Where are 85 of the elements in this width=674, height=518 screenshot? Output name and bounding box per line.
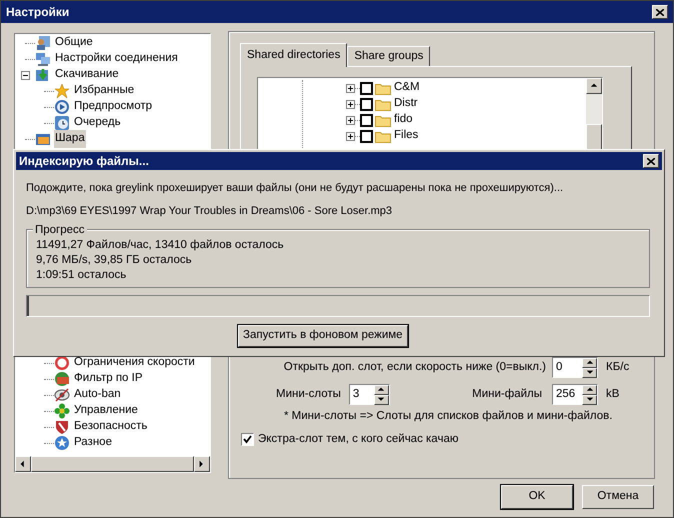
expand-icon[interactable] — [346, 100, 355, 108]
flower-icon — [54, 403, 70, 419]
collapse-icon[interactable] — [21, 70, 30, 80]
tree-item[interactable]: Безопасность — [73, 418, 148, 436]
message-text: Подождите, пока greylink прохеширует ваши файлы (они не будут расшарены пока не прохешируются)... — [26, 181, 564, 196]
directory-name[interactable]: Files — [394, 127, 418, 145]
checkbox[interactable] — [360, 98, 373, 110]
ok-button[interactable]: OK — [501, 485, 573, 509]
folder-icon — [375, 114, 391, 126]
file-path: D:\mp3\69 EYES\1997 Wrap Your Troubles in Dreams\06 - Sore Loser.mp3 — [26, 204, 394, 218]
tree-item[interactable]: Предпросмотр — [73, 98, 153, 116]
tree-item[interactable]: Настройки соединения — [54, 50, 179, 68]
window-title: Настройки — [6, 4, 70, 21]
checkbox[interactable] — [360, 130, 373, 142]
directory-name[interactable]: C&M — [394, 79, 420, 97]
expand-icon[interactable] — [346, 84, 355, 92]
field-label: Мини-файлы — [472, 386, 542, 402]
eye-icon — [54, 387, 70, 403]
unit-label: КБ/с — [606, 360, 630, 375]
tree-item[interactable]: Общие — [54, 34, 94, 52]
folder-icon — [375, 130, 391, 142]
tree-item[interactable]: Управление — [73, 402, 139, 420]
background-button[interactable]: Запустить в фоновом режиме — [238, 325, 408, 347]
check-icon — [243, 435, 252, 444]
horizontal-scrollbar[interactable] — [15, 456, 210, 472]
download-icon — [35, 67, 51, 83]
folder-icon — [35, 131, 51, 147]
folder-icon — [375, 98, 391, 110]
checkbox[interactable] — [241, 433, 254, 446]
field-value: 3 — [352, 387, 360, 402]
expand-icon[interactable] — [346, 132, 355, 140]
field-value: 0 — [555, 360, 564, 375]
tab[interactable]: Shared directories — [240, 43, 348, 67]
tree-item[interactable]: Фильтр по IP — [73, 370, 144, 388]
close-button[interactable] — [652, 5, 668, 19]
checkbox[interactable] — [360, 114, 373, 126]
tab[interactable]: Share groups — [347, 46, 430, 66]
wall-icon — [54, 371, 70, 387]
computers-icon — [35, 51, 51, 67]
left-arrow-icon — [19, 460, 27, 468]
spin-down-button[interactable] — [374, 395, 389, 405]
unit-label: kB — [606, 386, 620, 402]
folder-icon — [375, 82, 391, 94]
directory-name[interactable]: Distr — [394, 95, 418, 113]
up-arrow-icon — [377, 386, 386, 394]
tree-item[interactable]: Очередь — [73, 114, 122, 132]
spin-up-button[interactable] — [374, 385, 389, 395]
close-icon — [656, 8, 664, 16]
tree-item[interactable]: Auto-ban — [73, 386, 122, 404]
close-icon — [647, 158, 655, 164]
expand-icon[interactable] — [346, 116, 355, 124]
star-badge-icon — [54, 435, 70, 451]
close-button[interactable] — [643, 154, 659, 168]
tree-item[interactable]: Разное — [73, 434, 113, 452]
field-value: 256 — [555, 387, 576, 402]
field-label: Открыть доп. слот, если скорость ниже (0=выкл.) — [284, 360, 546, 375]
checkbox-label[interactable]: Экстра-слот тем, с кого сейчас качаю — [258, 431, 458, 448]
spin-up-button[interactable] — [582, 385, 597, 395]
number-field[interactable]: 3 — [348, 384, 390, 405]
cancel-button[interactable]: Отмена — [582, 485, 654, 509]
spin-up-button[interactable] — [582, 358, 597, 368]
field-label: Мини-слоты — [276, 386, 341, 402]
play-icon — [54, 99, 70, 115]
up-arrow-icon — [590, 82, 598, 90]
number-field[interactable]: 256 — [552, 384, 598, 405]
progress-text: 9,76 МБ/s, 39,85 ГБ осталось — [36, 253, 193, 268]
number-field[interactable]: 0 — [552, 357, 598, 378]
tree-item[interactable]: Ограничения скорости — [73, 354, 196, 372]
directory-name[interactable]: fido — [394, 111, 413, 129]
tree-item[interactable]: Скачивание — [54, 66, 120, 84]
shield-icon — [54, 419, 70, 435]
tree-item[interactable]: Шара — [54, 130, 86, 148]
progress-text: 11491,27 Файлов/час, 13410 файлов осталось — [36, 238, 285, 253]
checkbox[interactable] — [360, 82, 373, 94]
person-icon — [35, 35, 51, 51]
clock-icon — [54, 115, 70, 131]
progress-text: 1:09:51 осталось — [36, 268, 128, 283]
up-arrow-icon — [586, 359, 594, 367]
dialog-title: Индексирую файлы... — [19, 153, 149, 170]
up-arrow-icon — [586, 386, 594, 394]
note-text: * Мини-слоты => Слоты для списков файлов и мини-файлов. — [283, 409, 614, 424]
tree-item[interactable]: Избранные — [73, 82, 136, 100]
spin-down-button[interactable] — [582, 395, 597, 405]
star-icon — [54, 83, 70, 99]
spin-down-button[interactable] — [582, 368, 597, 378]
